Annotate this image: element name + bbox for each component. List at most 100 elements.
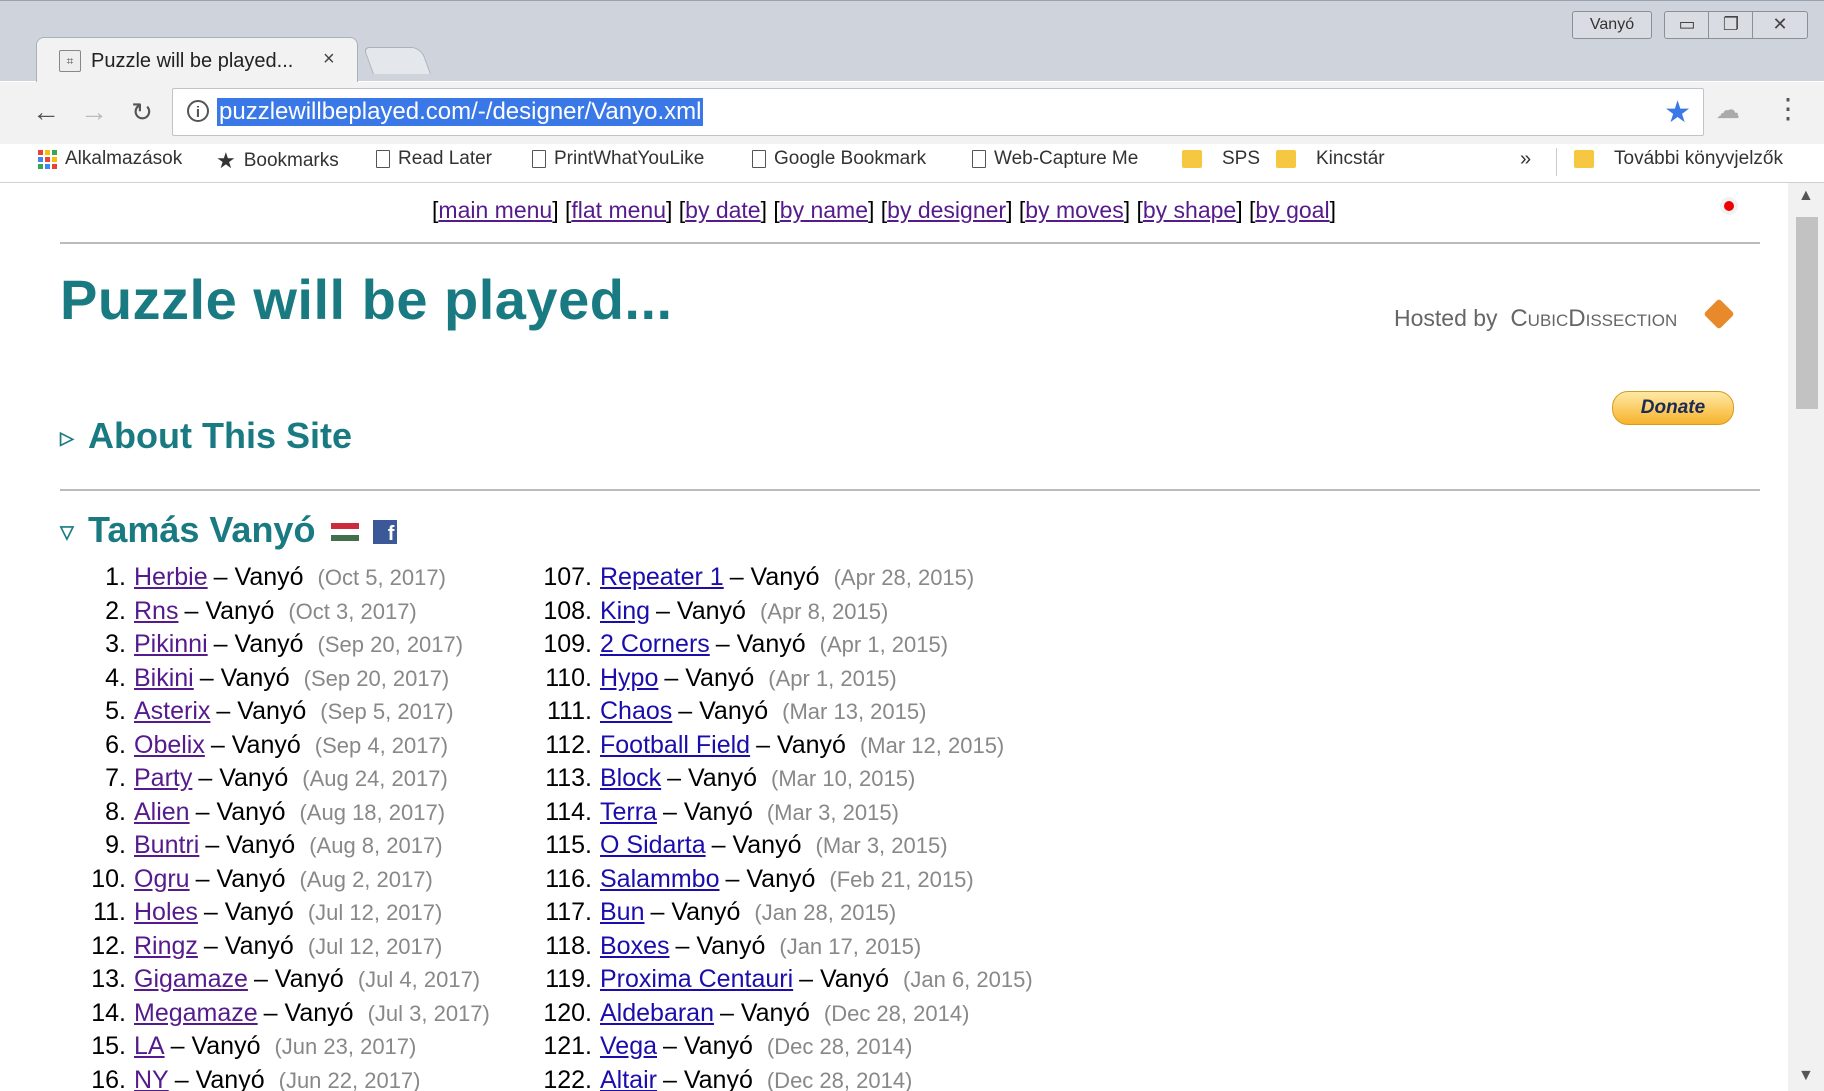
puzzle-link[interactable]: Boxes — [600, 930, 669, 964]
minimize-icon[interactable]: ▭ — [1664, 11, 1710, 39]
puzzle-link[interactable]: Repeater 1 — [600, 561, 724, 595]
nav-main-menu[interactable]: main menu — [438, 197, 552, 223]
puzzle-date: (Aug 24, 2017) — [302, 766, 448, 791]
puzzle-date: (Apr 8, 2015) — [759, 598, 889, 624]
puzzle-designer: – Vanyó — [725, 864, 816, 893]
puzzle-list-left: 1. Herbie – Vanyó (Oct 5, 2017) 2. Rns – Vanyó… — [82, 561, 490, 1091]
page-favicon-icon: ⌗ — [59, 50, 81, 72]
tab-active[interactable]: ⌗ Puzzle will be played... × — [36, 37, 358, 84]
bookmark-read-later[interactable]: Read Later — [376, 148, 492, 170]
puzzle-link[interactable]: Alien — [134, 796, 190, 830]
page-icon — [752, 150, 766, 168]
puzzle-link[interactable]: Proxima Centauri — [600, 963, 793, 997]
puzzle-designer: – Vanyó — [715, 630, 806, 658]
bookmark-apps[interactable]: Alkalmazások — [38, 148, 182, 170]
puzzle-link[interactable]: Altair — [600, 1064, 657, 1091]
scroll-thumb[interactable] — [1796, 217, 1818, 409]
puzzle-number: 1. — [105, 563, 126, 591]
puzzle-link[interactable]: Ringz — [134, 930, 198, 964]
puzzle-link[interactable]: Chaos — [600, 695, 672, 729]
puzzle-item: 13. Gigamaze – Vanyó (Jul 4, 2017) — [82, 963, 490, 997]
puzzle-link[interactable]: Obelix — [134, 729, 205, 763]
maximize-icon[interactable]: ❐ — [1708, 11, 1754, 39]
bookmark-web-capture[interactable]: Web-Capture Me — [972, 148, 1138, 170]
more-bookmarks-chevron[interactable]: » — [1520, 148, 1531, 171]
bookmark-google-bookmark[interactable]: Google Bookmark — [752, 148, 926, 170]
facebook-icon[interactable]: f — [373, 520, 398, 545]
puzzle-link[interactable]: King — [600, 595, 650, 629]
tab-close-icon[interactable]: × — [323, 48, 335, 71]
bookmark-label: PrintWhatYouLike — [554, 148, 705, 169]
bookmark-kincstar[interactable]: Kincstár — [1276, 148, 1385, 170]
scroll-up-icon[interactable]: ▲ — [1798, 187, 1814, 205]
puzzle-link[interactable]: Salammbo — [600, 863, 720, 897]
puzzle-link[interactable]: 2 Corners — [600, 628, 710, 662]
puzzle-item: 114. Terra – Vanyó (Mar 3, 2015) — [524, 796, 1033, 830]
extension-icon[interactable]: ☁ — [1716, 96, 1740, 125]
puzzle-link[interactable]: Aldebaran — [600, 997, 714, 1031]
puzzle-link[interactable]: O Sidarta — [600, 829, 706, 863]
record-dot-icon[interactable] — [1724, 201, 1734, 211]
puzzle-number: 15. — [91, 1032, 126, 1060]
bookmark-sps[interactable]: SPS — [1182, 148, 1260, 170]
back-icon[interactable]: ← — [28, 94, 64, 130]
puzzle-link[interactable]: Football Field — [600, 729, 750, 763]
puzzle-link[interactable]: Holes — [134, 896, 198, 930]
nav-by-name[interactable]: by name — [780, 197, 868, 223]
reload-icon[interactable]: ↻ — [124, 94, 160, 130]
puzzle-link[interactable]: Asterix — [134, 695, 210, 729]
puzzle-designer: – Vanyó — [729, 563, 820, 591]
puzzle-link[interactable]: Block — [600, 762, 661, 796]
nav-by-shape[interactable]: by shape — [1143, 197, 1236, 223]
designer-section-toggle[interactable]: ▽ Tamás Vanyó f — [60, 509, 398, 551]
host-name[interactable]: CubicDissection — [1510, 305, 1677, 332]
puzzle-number: 3. — [105, 630, 126, 658]
nav-by-date[interactable]: by date — [685, 197, 760, 223]
puzzle-link[interactable]: Terra — [600, 796, 657, 830]
url-text[interactable]: puzzlewillbeplayed.com/-/designer/Vanyo.… — [217, 98, 704, 126]
puzzle-link[interactable]: Bun — [600, 896, 644, 930]
puzzle-designer: – Vanyó — [213, 563, 304, 591]
puzzle-item: 120. Aldebaran – Vanyó (Dec 28, 2014) — [524, 997, 1033, 1031]
puzzle-link[interactable]: Hypo — [600, 662, 658, 696]
bookmark-printwhatyoulike[interactable]: PrintWhatYouLike — [532, 148, 704, 170]
puzzle-link[interactable]: Bikini — [134, 662, 194, 696]
about-section-toggle[interactable]: ▷ About This Site — [60, 415, 352, 457]
menu-icon[interactable]: ⋮ — [1774, 92, 1802, 125]
forward-icon[interactable]: → — [76, 94, 112, 130]
nav-by-moves[interactable]: by moves — [1025, 197, 1123, 223]
puzzle-item: 11. Holes – Vanyó (Jul 12, 2017) — [82, 896, 490, 930]
puzzle-number: 7. — [105, 764, 126, 792]
scroll-down-icon[interactable]: ▼ — [1798, 1067, 1814, 1085]
close-window-icon[interactable]: ✕ — [1752, 11, 1808, 39]
puzzle-link[interactable]: Buntri — [134, 829, 199, 863]
puzzle-link[interactable]: Ogru — [134, 863, 190, 897]
bookmark-star-icon[interactable]: ★ — [1664, 95, 1691, 130]
nav-by-goal[interactable]: by goal — [1255, 197, 1329, 223]
bookmark-other[interactable]: További könyvjelzők — [1574, 148, 1783, 170]
puzzle-number: 119. — [545, 965, 592, 993]
puzzle-link[interactable]: Rns — [134, 595, 178, 629]
bookmark-bookmarks[interactable]: ★ Bookmarks — [216, 148, 339, 174]
puzzle-link[interactable]: NY — [134, 1064, 169, 1091]
puzzle-link[interactable]: Herbie — [134, 561, 208, 595]
puzzle-link[interactable]: LA — [134, 1030, 165, 1064]
new-tab-button[interactable] — [363, 47, 431, 74]
vertical-scrollbar[interactable]: ▲ ▼ — [1788, 183, 1824, 1091]
puzzle-designer: – Vanyó — [756, 730, 846, 759]
donate-button[interactable]: Donate — [1612, 391, 1734, 425]
info-icon[interactable]: i — [187, 100, 209, 122]
puzzle-link[interactable]: Megamaze — [134, 997, 258, 1031]
folder-icon — [1574, 150, 1594, 168]
puzzle-designer: – Vanyó — [210, 730, 301, 759]
puzzle-link[interactable]: Party — [134, 762, 192, 796]
nav-flat-menu[interactable]: flat menu — [571, 197, 666, 223]
puzzle-link[interactable]: Vega — [600, 1030, 657, 1064]
address-bar[interactable]: i puzzlewillbeplayed.com/-/designer/Vany… — [172, 88, 1704, 136]
puzzle-date: (Jun 22, 2017) — [278, 1067, 421, 1091]
puzzle-number: 8. — [105, 797, 126, 826]
nav-by-designer[interactable]: by designer — [887, 197, 1006, 223]
puzzle-link[interactable]: Pikinni — [134, 628, 208, 662]
profile-button[interactable]: Vanyó — [1572, 11, 1652, 39]
puzzle-link[interactable]: Gigamaze — [134, 963, 248, 997]
